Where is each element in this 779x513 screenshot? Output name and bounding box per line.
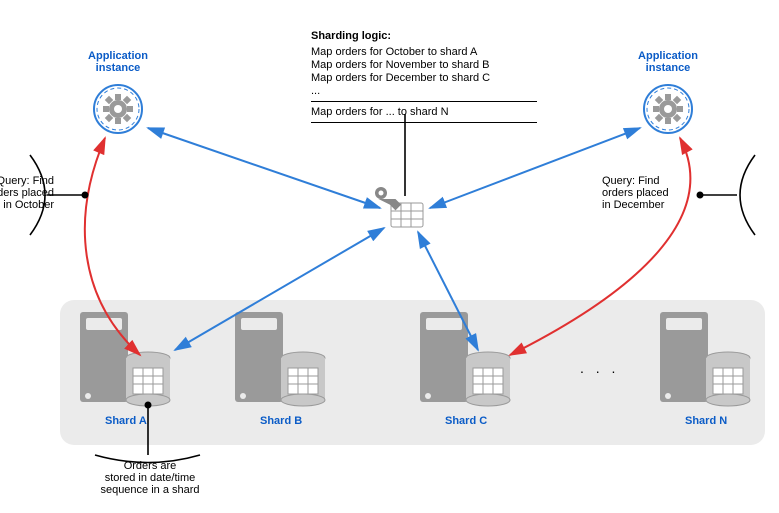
logic-rule-1: Map orders for November to shard B — [311, 59, 537, 71]
query-left-text: Query: Find orders placed in October — [0, 175, 54, 211]
shard-a-label: Shard A — [105, 415, 147, 427]
app-left-label: Application instance — [80, 50, 156, 74]
shard-c-label: Shard C — [445, 415, 487, 427]
shard-b-label: Shard B — [260, 415, 302, 427]
logic-ellipsis: ... — [311, 85, 537, 97]
logic-rule-2: Map orders for December to shard C — [311, 72, 537, 84]
sharding-logic-icon — [375, 187, 423, 227]
logic-title: Sharding logic: — [311, 30, 537, 42]
sharding-logic-box: Sharding logic: Map orders for October t… — [311, 30, 537, 127]
query-right-bracket — [740, 155, 755, 235]
shard-n-label: Shard N — [685, 415, 727, 427]
logic-last: Map orders for ... to shard N — [311, 106, 537, 118]
application-right-icon — [644, 85, 692, 133]
application-left-icon — [94, 85, 142, 133]
app-right-label: Application instance — [628, 50, 708, 74]
shard-dots: . . . — [580, 360, 619, 376]
footnote-text: Orders are stored in date/time sequence … — [90, 460, 210, 496]
logic-rule-0: Map orders for October to shard A — [311, 46, 537, 58]
query-right-text: Query: Find orders placed in December — [602, 175, 682, 211]
arrow-app-left-logic — [148, 128, 380, 208]
